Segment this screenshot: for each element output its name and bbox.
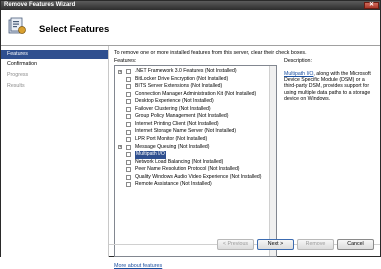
description-feature-link[interactable]: Multipath I/O (284, 71, 313, 77)
description-label: Description: (284, 58, 312, 64)
feature-label: Quality Windows Audio Video Experience (… (135, 173, 262, 180)
tree-scrollbar[interactable] (269, 66, 276, 256)
feature-checkbox[interactable] (126, 182, 131, 188)
next-button[interactable]: Next > (257, 239, 294, 250)
feature-checkbox[interactable] (126, 91, 131, 97)
feature-label: Group Policy Management (Not Installed) (135, 113, 229, 120)
expand-icon[interactable]: + (118, 145, 122, 149)
feature-row[interactable]: Failover Clustering (Not Installed) (115, 106, 270, 114)
previous-button[interactable]: < Previous (217, 239, 254, 250)
page-title: Select Features (39, 24, 110, 35)
sidebar-item-progress: Progress (7, 72, 29, 78)
feature-label: Failover Clustering (Not Installed) (135, 105, 211, 112)
feature-checkbox[interactable] (126, 69, 131, 75)
feature-label: BITS Server Extensions (Not Installed) (135, 83, 223, 90)
feature-row[interactable]: Quality Windows Audio Video Experience (… (115, 174, 270, 182)
feature-checkbox[interactable] (126, 144, 131, 150)
feature-row[interactable]: Network Load Balancing (Not Installed) (115, 159, 270, 167)
feature-row[interactable]: Group Policy Management (Not Installed) (115, 113, 270, 121)
sidebar-item-features[interactable]: Features (1, 50, 108, 59)
feature-checkbox[interactable] (126, 99, 131, 105)
feature-row[interactable]: Desktop Experience (Not Installed) (115, 98, 270, 106)
feature-row[interactable]: Peer Name Resolution Protocol (Not Insta… (115, 166, 270, 174)
feature-label: Multipath I/O (135, 151, 166, 159)
feature-row[interactable]: Connection Manager Administration Kit (N… (115, 91, 270, 99)
feature-label: Connection Manager Administration Kit (N… (135, 90, 257, 97)
feature-row[interactable]: BitLocker Drive Encryption (Not Installe… (115, 76, 270, 84)
wizard-header: Select Features (1, 10, 380, 46)
feature-row[interactable]: Multipath I/O (115, 151, 270, 159)
feature-label: .NET Framework 3.0 Features (Not Install… (135, 68, 237, 74)
feature-label: LPR Port Monitor (Not Installed) (135, 135, 208, 142)
title-bar: Remove Features Wizard ✕ (1, 1, 380, 10)
feature-row[interactable]: + .NET Framework 3.0 Features (Not Instal… (115, 68, 270, 76)
feature-checkbox[interactable] (126, 84, 131, 90)
feature-checkbox[interactable] (126, 137, 131, 143)
feature-row[interactable]: Remote Assistance (Not Installed) (115, 181, 270, 189)
feature-label: Message Queuing (Not Installed) (135, 143, 210, 150)
feature-checkbox[interactable] (126, 159, 131, 165)
feature-label: Internet Printing Client (Not Installed) (135, 120, 219, 127)
wizard-steps-sidebar: Features Confirmation Progress Results (1, 46, 109, 257)
features-label: Features: (114, 58, 137, 64)
feature-checkbox[interactable] (126, 76, 131, 82)
features-tree[interactable]: Remote Assistance (Not Installed) Quality… (114, 65, 277, 257)
feature-checkbox[interactable] (126, 114, 131, 120)
wizard-window: Remove Features Wizard ✕ Select Features… (0, 0, 381, 269)
feature-checkbox[interactable] (126, 122, 131, 128)
features-wizard-icon (8, 17, 26, 34)
main-content: To remove one or more installed features… (109, 46, 380, 269)
more-about-features-link[interactable]: More about features (114, 263, 162, 269)
feature-description: Multipath I/O, along with the Microsoft … (284, 71, 377, 102)
feature-label: Remote Assistance (Not Installed) (135, 181, 212, 188)
instruction-text: To remove one or more installed features… (114, 50, 307, 56)
sidebar-item-confirmation[interactable]: Confirmation (1, 60, 108, 69)
feature-checkbox[interactable] (126, 152, 131, 158)
feature-checkbox[interactable] (126, 174, 131, 180)
feature-checkbox[interactable] (126, 106, 131, 112)
feature-label: BitLocker Drive Encryption (Not Installe… (135, 75, 229, 82)
feature-row[interactable]: BITS Server Extensions (Not Installed) (115, 83, 270, 91)
feature-label: Desktop Experience (Not Installed) (135, 98, 214, 105)
sidebar-item-results: Results (7, 83, 25, 89)
expand-icon[interactable]: + (118, 69, 122, 74)
feature-row[interactable]: + Message Queuing (Not Installed) (115, 144, 270, 152)
close-button[interactable]: ✕ (364, 2, 379, 9)
feature-label: Internet Storage Name Server (Not Instal… (135, 128, 237, 135)
window-title: Remove Features Wizard (4, 2, 76, 8)
feature-checkbox[interactable] (126, 167, 131, 173)
feature-row[interactable]: LPR Port Monitor (Not Installed) (115, 136, 270, 144)
feature-row[interactable]: Internet Storage Name Server (Not Instal… (115, 128, 270, 136)
cancel-button[interactable]: Cancel (337, 239, 374, 250)
feature-row[interactable]: Internet Printing Client (Not Installed) (115, 121, 270, 129)
remove-button[interactable]: Remove (297, 239, 334, 250)
feature-checkbox[interactable] (126, 129, 131, 135)
feature-label: Network Load Balancing (Not Installed) (135, 158, 224, 165)
feature-label: Peer Name Resolution Protocol (Not Insta… (135, 166, 240, 173)
